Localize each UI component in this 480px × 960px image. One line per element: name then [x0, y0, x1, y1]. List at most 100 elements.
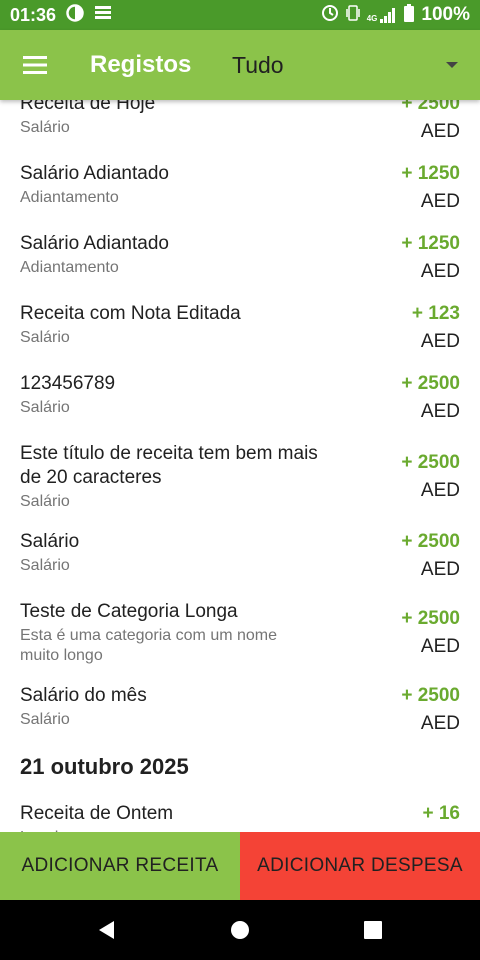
record-title: 123456789 — [20, 373, 116, 394]
notification-list-icon — [94, 5, 112, 26]
record-category: Adiantamento — [20, 189, 119, 206]
status-bar: 01:36 4G 100% — [0, 0, 480, 30]
date-header: 21 outubro 2025 — [20, 754, 189, 779]
record-row[interactable]: Este título de receita tem bem mais de 2… — [0, 442, 480, 512]
record-info: Receita com Nota Editada Salário — [20, 302, 360, 354]
record-currency: AED — [420, 121, 460, 142]
record-category: Salário — [20, 119, 70, 136]
record-row[interactable]: Receita com Nota Editada Salário + 123 AED — [0, 302, 480, 354]
record-currency: AED — [420, 480, 460, 501]
record-info: Salário Salário — [20, 530, 360, 582]
add-income-button[interactable]: ADICIONAR RECEITA — [0, 832, 240, 900]
record-info: 123456789 Salário — [20, 372, 360, 424]
records-list-content: Receita de Hoje Salário + 2500 AED Salário A… — [0, 100, 480, 832]
record-info: Teste de Categoria Longa Esta é uma categ… — [20, 600, 360, 666]
record-amount-block: + 123 AED — [360, 302, 460, 354]
record-amount: + 1250 — [401, 163, 460, 184]
record-amount: + 123 — [411, 303, 460, 324]
data-saver-icon — [66, 3, 84, 27]
record-category: Salário — [20, 329, 70, 346]
record-category: Esta é uma categoria com um nome muito l… — [20, 627, 278, 664]
record-row[interactable]: Salário Adiantado Adiantamento + 1250 AED — [0, 162, 480, 214]
back-button[interactable] — [77, 900, 137, 960]
record-row[interactable]: Salário Salário + 2500 AED — [0, 530, 480, 582]
sync-icon — [321, 4, 339, 27]
entries-group: Receita de Hoje Salário + 2500 AED Salário A… — [0, 100, 480, 736]
home-circle-icon — [230, 921, 249, 939]
record-amount: + 2500 — [401, 100, 460, 114]
app-bar: Registos Tudo — [0, 30, 480, 100]
battery-level: 100% — [421, 4, 470, 25]
records-list[interactable]: Receita de Hoje Salário + 2500 AED Salário A… — [0, 100, 480, 832]
record-currency: AED — [420, 713, 460, 734]
filter-dropdown[interactable]: Tudo — [232, 30, 480, 100]
hamburger-icon — [23, 56, 47, 74]
record-title: Receita de Ontem — [20, 803, 174, 824]
record-amount-block: + 2500 AED — [360, 100, 460, 144]
record-currency: AED — [420, 331, 460, 352]
record-row[interactable]: Salário Adiantado Adiantamento + 1250 AED — [0, 232, 480, 284]
battery-icon — [404, 3, 415, 27]
record-title: Teste de Categoria Longa — [20, 601, 238, 622]
record-info: Receita de Hoje Salário — [20, 100, 360, 144]
record-amount: + 2500 — [401, 531, 460, 552]
record-title: Receita com Nota Editada — [20, 303, 241, 324]
record-row[interactable]: Receita de OntemLanche+ 16AED — [0, 802, 480, 832]
record-currency: AED — [420, 191, 460, 212]
record-info: Salário Adiantado Adiantamento — [20, 232, 360, 284]
dropdown-arrow-icon — [446, 62, 458, 68]
record-title: Salário Adiantado — [20, 163, 169, 184]
vibrate-icon — [345, 4, 360, 26]
record-category: Adiantamento — [20, 259, 119, 276]
record-amount-block: + 2500 AED — [360, 372, 460, 424]
record-info: Este título de receita tem bem mais de 2… — [20, 442, 360, 512]
record-title: Salário do mês — [20, 685, 147, 706]
action-buttons: ADICIONAR RECEITA ADICIONAR DESPESA — [0, 832, 480, 900]
entries-group-after: Receita de OntemLanche+ 16AED — [0, 802, 480, 832]
record-row[interactable]: Salário do mês Salário + 2500 AED — [0, 684, 480, 736]
filter-selected-value: Tudo — [232, 51, 284, 78]
home-button[interactable] — [210, 900, 270, 960]
status-time: 01:36 — [10, 4, 57, 25]
record-amount: + 2500 — [401, 685, 460, 706]
record-amount-block: + 2500 AED — [360, 530, 460, 582]
recents-button[interactable] — [343, 900, 403, 960]
record-info: Salário do mês Salário — [20, 684, 360, 736]
record-title: Salário — [20, 531, 80, 552]
back-triangle-icon — [98, 921, 114, 939]
record-currency: AED — [420, 401, 460, 422]
record-info: Salário Adiantado Adiantamento — [20, 162, 360, 214]
record-info: Receita de OntemLanche — [20, 802, 360, 832]
record-currency: AED — [420, 261, 460, 282]
record-amount: + 2500 — [401, 452, 460, 473]
record-row[interactable]: Teste de Categoria Longa Esta é uma categ… — [0, 600, 480, 666]
record-category: Salário — [20, 493, 70, 510]
record-amount: + 1250 — [401, 233, 460, 254]
record-amount-block: + 2500 AED — [360, 442, 460, 512]
record-amount: + 2500 — [401, 608, 460, 629]
menu-button[interactable] — [0, 30, 70, 100]
record-row[interactable]: 123456789 Salário + 2500 AED — [0, 372, 480, 424]
record-category: Salário — [20, 399, 70, 416]
network-type: 4G — [366, 14, 378, 23]
record-amount-block: + 16AED — [360, 802, 460, 832]
page-title: Registos — [90, 51, 192, 78]
record-category: Salário — [20, 557, 70, 574]
record-title: Salário Adiantado — [20, 233, 169, 254]
recents-square-icon — [364, 921, 383, 939]
record-amount-block: + 1250 AED — [360, 232, 460, 284]
record-title: Este título de receita tem bem mais de 2… — [20, 443, 318, 488]
record-currency: AED — [420, 559, 460, 580]
system-nav-bar — [0, 900, 480, 960]
record-amount: + 2500 — [401, 373, 460, 394]
record-currency: AED — [420, 636, 460, 657]
record-amount-block: + 2500 AED — [360, 684, 460, 736]
signal-icon: 4G — [367, 7, 398, 23]
record-title: Receita de Hoje — [20, 100, 156, 114]
add-expense-button[interactable]: ADICIONAR DESPESA — [240, 832, 480, 900]
record-amount-block: + 1250 AED — [360, 162, 460, 214]
record-category: Salário — [20, 711, 70, 728]
record-amount: + 16 — [422, 803, 460, 824]
record-row[interactable]: Receita de Hoje Salário + 2500 AED — [0, 100, 480, 144]
record-amount-block: + 2500 AED — [360, 600, 460, 666]
